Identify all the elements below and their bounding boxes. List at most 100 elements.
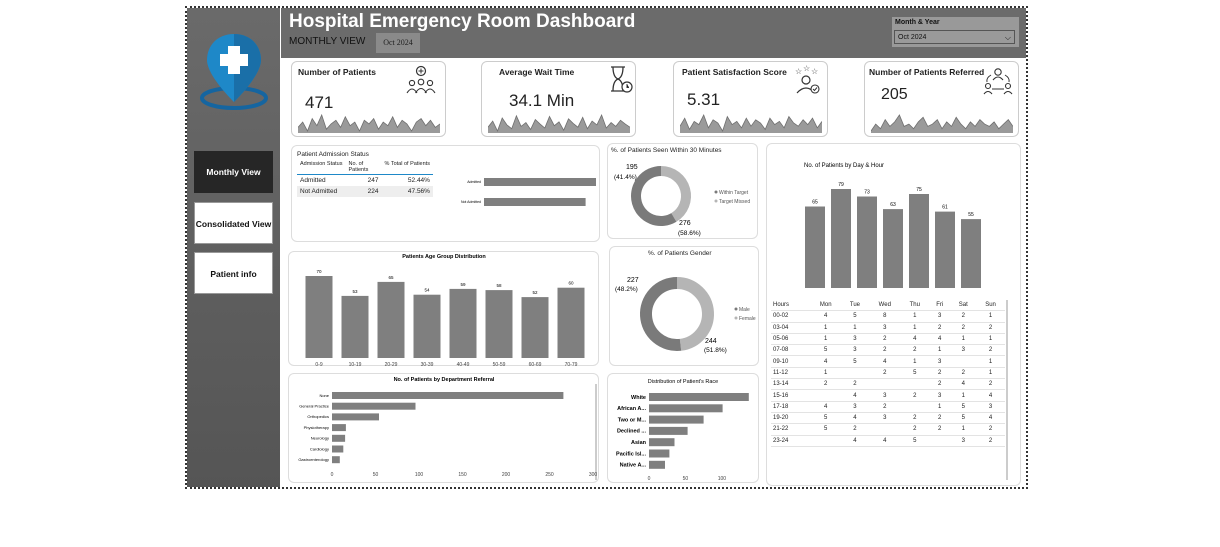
column-header[interactable]: Fri — [928, 300, 951, 312]
table-cell: 4 — [810, 401, 842, 413]
table-cell: 1 — [928, 344, 951, 357]
svg-text:☆: ☆ — [811, 67, 818, 76]
table-cell: 5 — [841, 355, 869, 368]
month-year-slicer: Month & Year Oct 2024 ⌵ — [892, 17, 1019, 47]
table-row: Not Admitted 224 47.56% — [297, 186, 433, 197]
kpi-value: 5.31 — [687, 90, 721, 109]
table-cell: 2 — [868, 344, 901, 357]
category-label: Admitted — [467, 180, 481, 184]
bar — [649, 404, 723, 413]
table-cell: 3 — [976, 401, 1005, 413]
table-cell: 2 — [868, 367, 901, 380]
table-cell: 4 — [976, 412, 1005, 425]
column-header[interactable]: Tue — [841, 300, 869, 312]
column-header[interactable]: Sat — [950, 300, 977, 312]
scrollbar[interactable] — [1006, 300, 1008, 480]
people-group-icon — [406, 65, 436, 94]
table-cell: 2 — [976, 344, 1005, 357]
panel-title: Patient Admission Status — [297, 151, 369, 158]
table-cell: 2 — [900, 389, 929, 402]
donut-label-pct: (41.4%) — [614, 174, 637, 181]
data-label: 70 — [316, 269, 322, 274]
sparkline-area — [680, 115, 822, 133]
nav-monthly-view[interactable]: Monthly View — [194, 151, 273, 193]
referral-network-icon — [983, 68, 1013, 95]
table-row: 13-14 2 2 2 4 2 — [771, 378, 1005, 391]
column-header: Admission Status — [300, 161, 343, 167]
category-label: 30-39 — [421, 362, 434, 367]
age-group-bar-chart: Patients Age Group Distribution 70 0-9 53 1… — [305, 254, 585, 368]
category-label: 70-79 — [565, 362, 578, 367]
table-row: 17-18 4 3 2 1 5 3 — [771, 401, 1005, 413]
table-cell: 52.44% — [381, 174, 433, 186]
table-cell: 4 — [841, 412, 869, 425]
data-label: 60 — [568, 281, 574, 286]
table-cell: 09-10 — [771, 355, 811, 368]
wait-time-sparkline — [488, 113, 630, 133]
table-cell: 19-20 — [771, 412, 811, 425]
legend-dot — [734, 316, 738, 320]
table-cell: 03-04 — [771, 322, 811, 334]
svg-text:☆: ☆ — [803, 65, 810, 73]
column-header[interactable]: Sun — [976, 300, 1005, 312]
scrollbar[interactable] — [595, 384, 597, 480]
column-header[interactable]: Wed — [868, 300, 901, 312]
bar — [332, 413, 379, 421]
table-cell: 2 — [950, 322, 977, 334]
category-label: White — [631, 395, 646, 401]
table-cell: 3 — [868, 389, 901, 402]
table-cell: 1 — [976, 367, 1005, 380]
bar — [831, 189, 851, 288]
chart-title: Distribution of Patient's Race — [648, 379, 718, 385]
tick-label: 50 — [683, 476, 689, 482]
bar — [521, 297, 549, 358]
data-label: 75 — [916, 187, 922, 193]
column-header[interactable]: Hours — [771, 300, 811, 312]
nav-consolidated-view[interactable]: Consolidated View — [194, 202, 273, 244]
table-cell: 2 — [928, 322, 951, 334]
day-hour-panel: No. of Patients by Day & Hour 65 79 73 63 75… — [766, 143, 1021, 486]
donut-label-count: 276 — [679, 220, 691, 227]
slicer-label: Month & Year — [895, 19, 940, 26]
table-cell: 2 — [928, 423, 951, 436]
bar — [332, 456, 340, 464]
table-cell: 224 — [367, 188, 379, 195]
table-cell: 1 — [976, 333, 1005, 346]
kpi-title: Patient Satisfaction Score — [682, 67, 787, 77]
table-cell: 5 — [841, 310, 869, 323]
bar — [305, 276, 333, 358]
chart-title: No. of Patients by Day & Hour — [804, 163, 884, 169]
bar — [377, 281, 405, 358]
table-cell: 00-02 — [771, 310, 811, 323]
person-stars-icon: ☆ ☆ ☆ — [795, 65, 820, 94]
table-cell: 2 — [928, 412, 951, 425]
table-cell: 21-22 — [771, 423, 811, 436]
legend-label: Target Missed — [719, 199, 750, 205]
category-label: Native A... — [620, 463, 647, 469]
table-row: 15-16 4 3 2 3 1 4 — [771, 389, 1005, 402]
nav-patient-info[interactable]: Patient info — [194, 252, 273, 294]
table-cell: 1 — [950, 423, 977, 436]
tick-label: 150 — [458, 472, 467, 478]
table-cell: 23-24 — [771, 435, 811, 447]
category-label: General Practice — [299, 404, 330, 409]
table-cell: 1 — [810, 367, 842, 380]
legend-dot — [734, 307, 738, 311]
table-cell: 1 — [900, 322, 929, 334]
table-cell: 2 — [868, 401, 901, 413]
admission-status-panel: Patient Admission Status Admission Statu… — [291, 145, 600, 242]
data-label: 63 — [890, 202, 896, 208]
table-cell: 2 — [976, 423, 1005, 436]
table-cell: 2 — [900, 344, 929, 357]
column-header[interactable]: Thu — [900, 300, 929, 312]
tick-label: 300 — [589, 472, 598, 478]
category-label: 20-29 — [385, 362, 398, 367]
column-header[interactable]: Mon — [810, 300, 842, 312]
table-cell: 4 — [810, 355, 842, 368]
table-cell — [950, 355, 977, 368]
table-cell: 1 — [950, 333, 977, 346]
table-cell: 11-12 — [771, 367, 811, 380]
table-row: 21-22 5 2 2 2 1 2 — [771, 423, 1005, 436]
table-row: 07-08 5 3 2 2 1 3 2 — [771, 344, 1005, 357]
month-year-select[interactable]: Oct 2024 ⌵ — [894, 30, 1015, 44]
